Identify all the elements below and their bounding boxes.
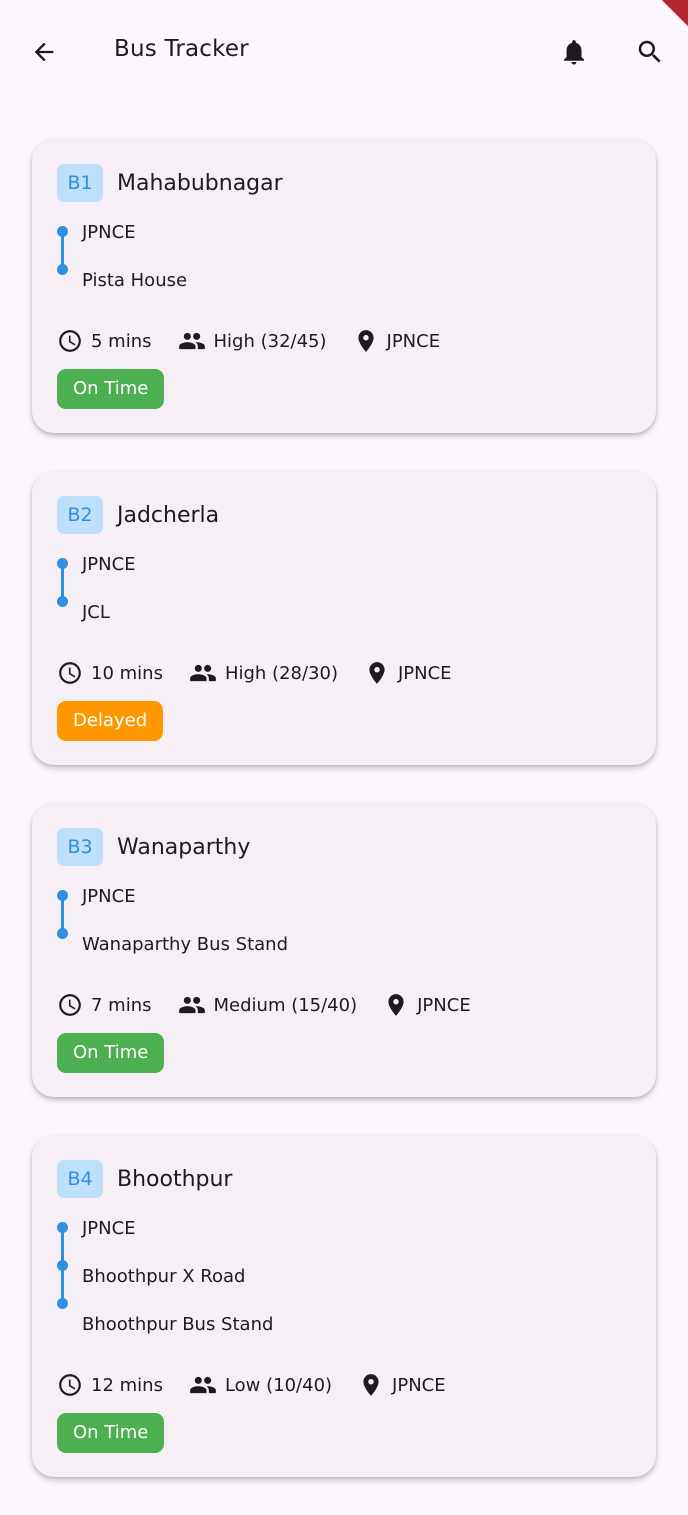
crowd-info: Medium (15/40) xyxy=(178,991,358,1019)
route-stops: JPNCE JCL xyxy=(57,544,631,640)
location-pin-icon xyxy=(357,330,374,352)
eta-text: 5 mins xyxy=(91,330,152,352)
route-dot xyxy=(57,1260,68,1271)
crowd-info: Low (10/40) xyxy=(189,1371,332,1399)
route-stop: JPNCE xyxy=(82,222,136,243)
notifications-button[interactable] xyxy=(554,32,594,72)
status-badge: On Time xyxy=(57,1033,165,1073)
info-row: 12 mins Low (10/40) JPNCE xyxy=(57,1371,631,1399)
location-text: JPNCE xyxy=(417,994,471,1016)
bell-icon xyxy=(564,40,584,65)
route-stops: JPNCE Bhoothpur X Road Bhoothpur Bus Stand xyxy=(57,1208,631,1352)
location-info: JPNCE xyxy=(364,660,452,686)
eta-info: 5 mins xyxy=(57,328,152,354)
route-dot xyxy=(57,1298,68,1309)
crowd-text: High (28/30) xyxy=(224,662,338,684)
route-stop: JPNCE xyxy=(82,554,136,575)
search-button[interactable] xyxy=(630,32,670,72)
clock-icon xyxy=(59,994,81,1016)
crowd-info: High (32/45) xyxy=(178,327,327,355)
app-bar: Bus Tracker xyxy=(0,0,688,104)
route-stops: JPNCE Wanaparthy Bus Stand xyxy=(57,876,631,972)
clock-icon xyxy=(59,1374,81,1396)
location-text: JPNCE xyxy=(397,662,452,684)
location-info: JPNCE xyxy=(353,328,441,354)
status-badge: On Time xyxy=(57,1413,165,1453)
route-dot xyxy=(57,1222,68,1233)
location-text: JPNCE xyxy=(392,1374,446,1396)
people-icon xyxy=(190,664,216,682)
search-icon xyxy=(638,40,661,63)
card-header: B2 Jadcherla xyxy=(57,496,631,534)
clock-icon xyxy=(59,330,81,352)
bus-id-badge: B2 xyxy=(57,496,103,534)
route-stop: JPNCE xyxy=(82,886,136,907)
route-stop: Wanaparthy Bus Stand xyxy=(82,934,289,955)
destination-name: Bhoothpur xyxy=(117,1166,233,1192)
people-icon xyxy=(190,1376,216,1394)
crowd-text: Medium (15/40) xyxy=(213,994,358,1016)
bus-card[interactable]: B3 Wanaparthy JPNCE Wanaparthy Bus Stand … xyxy=(32,803,656,1097)
info-row: 7 mins Medium (15/40) JPNCE xyxy=(57,991,631,1019)
destination-name: Wanaparthy xyxy=(117,834,251,860)
crowd-info: High (28/30) xyxy=(189,659,338,687)
info-row: 10 mins High (28/30) JPNCE xyxy=(57,659,631,687)
card-header: B3 Wanaparthy xyxy=(57,828,631,866)
crowd-text: Low (10/40) xyxy=(224,1374,333,1396)
status-badge: On Time xyxy=(57,369,165,409)
route-stop: JCL xyxy=(82,602,110,623)
route-stop: Bhoothpur X Road xyxy=(82,1266,246,1287)
bus-card[interactable]: B2 Jadcherla JPNCE JCL 10 mins High (28/3… xyxy=(32,471,656,765)
bus-card[interactable]: B4 Bhoothpur JPNCE Bhoothpur X Road Bhooth… xyxy=(32,1135,656,1477)
clock-icon xyxy=(59,662,81,684)
eta-text: 12 mins xyxy=(91,1374,163,1396)
route-dot xyxy=(57,264,68,275)
route-stop: Pista House xyxy=(82,270,188,291)
route-dot xyxy=(57,558,68,569)
back-button[interactable] xyxy=(24,32,64,72)
route-dot xyxy=(57,596,68,607)
location-info: JPNCE xyxy=(358,1372,446,1398)
location-info: JPNCE xyxy=(383,992,471,1018)
destination-name: Mahabubnagar xyxy=(117,170,283,196)
route-dot xyxy=(57,890,68,901)
bus-id-badge: B1 xyxy=(57,164,103,202)
page-title: Bus Tracker xyxy=(114,36,249,62)
bus-card[interactable]: B1 Mahabubnagar JPNCE Pista House 5 mins … xyxy=(32,139,656,433)
location-pin-icon xyxy=(388,994,404,1016)
people-icon xyxy=(178,332,205,350)
eta-text: 7 mins xyxy=(91,994,152,1016)
route-stop: JPNCE xyxy=(82,1218,136,1239)
bus-id-badge: B4 xyxy=(57,1160,103,1198)
destination-name: Jadcherla xyxy=(117,502,220,528)
crowd-text: High (32/45) xyxy=(213,330,327,352)
status-badge: Delayed xyxy=(57,701,164,741)
route-stop: Bhoothpur Bus Stand xyxy=(82,1314,274,1335)
card-header: B4 Bhoothpur xyxy=(57,1160,631,1198)
eta-text: 10 mins xyxy=(91,662,163,684)
location-pin-icon xyxy=(369,662,385,684)
route-dot xyxy=(57,928,68,939)
info-row: 5 mins High (32/45) JPNCE xyxy=(57,327,631,355)
eta-info: 12 mins xyxy=(57,1372,163,1398)
people-icon xyxy=(178,996,205,1014)
bus-id-badge: B3 xyxy=(57,828,103,866)
route-dot xyxy=(57,226,68,237)
location-text: JPNCE xyxy=(386,330,441,352)
location-pin-icon xyxy=(363,1374,379,1396)
card-header: B1 Mahabubnagar xyxy=(57,164,631,202)
eta-info: 7 mins xyxy=(57,992,152,1018)
route-stops: JPNCE Pista House xyxy=(57,212,631,308)
bus-list: B1 Mahabubnagar JPNCE Pista House 5 mins … xyxy=(32,139,656,1515)
arrow-back-icon xyxy=(34,42,54,62)
eta-info: 10 mins xyxy=(57,660,163,686)
